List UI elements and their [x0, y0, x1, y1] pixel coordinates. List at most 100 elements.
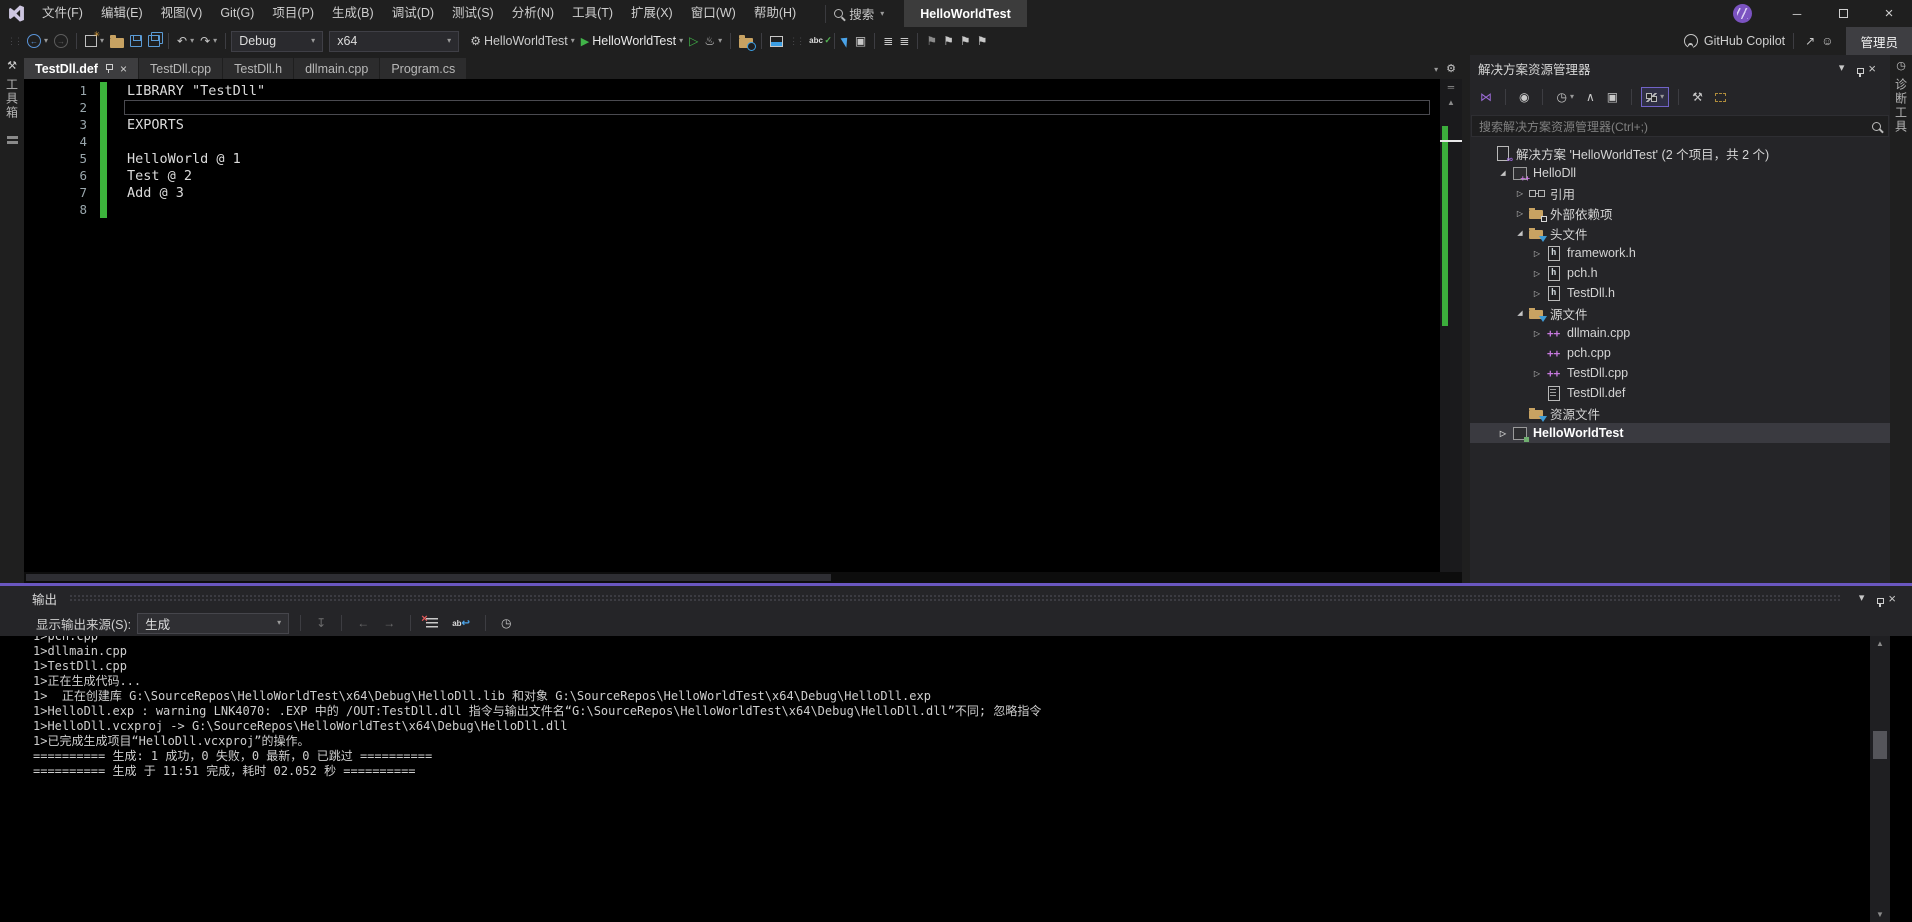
- github-copilot-button[interactable]: GitHub Copilot: [1684, 34, 1785, 48]
- pending-changes-filter-button[interactable]: ◷▾: [1552, 87, 1578, 107]
- close-icon[interactable]: ×: [120, 62, 127, 76]
- prev-bookmark-button[interactable]: ⚑: [940, 30, 957, 52]
- code-line[interactable]: 3EXPORTS: [24, 116, 1440, 133]
- scroll-up-icon[interactable]: ▲: [1447, 95, 1455, 110]
- new-project-button[interactable]: ▾: [82, 30, 107, 52]
- tree-item[interactable]: ▷TestDll.cpp: [1470, 363, 1890, 383]
- navigate-forward-button[interactable]: →: [51, 30, 71, 52]
- tree-expander-icon[interactable]: ▷: [1529, 289, 1545, 298]
- tree-item[interactable]: ▷引用: [1470, 183, 1890, 203]
- panel-drag-grip[interactable]: [69, 594, 1841, 602]
- tree-item[interactable]: pch.cpp: [1470, 343, 1890, 363]
- code-editor[interactable]: 1LIBRARY "TestDll"23EXPORTS45HelloWorld …: [24, 79, 1462, 583]
- save-button[interactable]: [127, 30, 145, 52]
- next-bookmark-button[interactable]: ⚑: [957, 30, 974, 52]
- sync-with-active-document-button[interactable]: ▾: [1641, 87, 1669, 107]
- solution-search-input[interactable]: 搜索解决方案资源管理器(Ctrl+;): [1471, 115, 1889, 137]
- scroll-down-icon[interactable]: ▼: [1876, 907, 1884, 922]
- toggle-bookmark-button[interactable]: ⚑: [923, 30, 940, 52]
- menubar-item[interactable]: 分析(N): [503, 0, 563, 27]
- code-line[interactable]: 7Add @ 3: [24, 184, 1440, 201]
- solution-platform-dropdown[interactable]: x64▾: [329, 31, 459, 52]
- scrollbar-thumb[interactable]: [26, 574, 831, 581]
- toolbar-grip[interactable]: ⋮⋮: [7, 36, 21, 47]
- switch-views-button[interactable]: ⋈: [1476, 87, 1496, 107]
- previous-message-button[interactable]: ←: [353, 613, 373, 633]
- show-all-files-button[interactable]: ▣: [1603, 87, 1622, 107]
- active-document-title[interactable]: HelloWorldTest: [904, 0, 1027, 27]
- tree-expander-icon[interactable]: ▷: [1512, 209, 1528, 218]
- toolbox-tab[interactable]: 工具箱: [4, 78, 21, 120]
- clear-bookmarks-button[interactable]: ⚑: [974, 30, 991, 52]
- tree-item[interactable]: ▷TestDll.h: [1470, 283, 1890, 303]
- scrollbar-track[interactable]: [1440, 110, 1462, 568]
- clear-all-button[interactable]: [422, 613, 442, 633]
- code-line[interactable]: 5HelloWorld @ 1: [24, 150, 1440, 167]
- word-wrap-button[interactable]: ab↩: [448, 613, 474, 633]
- tree-expander-icon[interactable]: ▷: [1529, 249, 1545, 258]
- properties-button[interactable]: ⚒: [1688, 87, 1707, 107]
- maximize-button[interactable]: [1820, 0, 1866, 27]
- tree-item[interactable]: ▷pch.h: [1470, 263, 1890, 283]
- navigate-back-button[interactable]: ←▾: [24, 30, 51, 52]
- menubar-item[interactable]: 编辑(E): [92, 0, 152, 27]
- code-line[interactable]: 6Test @ 2: [24, 167, 1440, 184]
- open-file-button[interactable]: [107, 30, 127, 52]
- solution-configuration-dropdown[interactable]: Debug▾: [231, 31, 323, 52]
- tree-item[interactable]: ◢源文件: [1470, 303, 1890, 323]
- code-line[interactable]: 2: [24, 99, 1440, 116]
- editor-tab[interactable]: dllmain.cpp: [294, 58, 379, 79]
- tree-expander-icon[interactable]: ▷: [1495, 429, 1511, 438]
- search-box[interactable]: 搜索 ▾: [825, 5, 892, 23]
- scrollbar-track[interactable]: [1870, 651, 1890, 907]
- panel-splitter[interactable]: [1462, 55, 1470, 583]
- tab-options-gear-icon[interactable]: ⚙: [1446, 64, 1456, 75]
- undo-button[interactable]: ↶▾: [174, 30, 197, 52]
- menubar-item[interactable]: Git(G): [211, 0, 263, 27]
- menubar-item[interactable]: 视图(V): [152, 0, 212, 27]
- start-debugging-button[interactable]: ▶HelloWorldTest▾: [578, 30, 686, 52]
- scrollbar-thumb[interactable]: [1873, 731, 1887, 759]
- window-position-button[interactable]: ▾: [1853, 593, 1871, 604]
- tree-item[interactable]: ▷外部依赖项: [1470, 203, 1890, 223]
- menubar-item[interactable]: 生成(B): [323, 0, 383, 27]
- menubar-item[interactable]: 测试(S): [443, 0, 503, 27]
- menubar-item[interactable]: 工具(T): [563, 0, 622, 27]
- output-source-dropdown[interactable]: 生成▾: [137, 613, 289, 634]
- tree-item[interactable]: 资源文件: [1470, 403, 1890, 423]
- server-explorer-icon[interactable]: [7, 136, 18, 146]
- tree-expander-icon[interactable]: ▷: [1529, 329, 1545, 338]
- next-message-button[interactable]: →: [379, 613, 399, 633]
- menubar-item[interactable]: 帮助(H): [745, 0, 805, 27]
- start-without-debugging-button[interactable]: ▷: [686, 30, 701, 52]
- tree-expander-icon[interactable]: ▷: [1529, 369, 1545, 378]
- tree-expander-icon[interactable]: ◢: [1512, 229, 1528, 237]
- spell-check-button[interactable]: abc✓: [806, 30, 829, 52]
- browse-files-button[interactable]: [736, 30, 756, 52]
- save-all-button[interactable]: [145, 30, 163, 52]
- close-panel-button[interactable]: ×: [1862, 61, 1882, 76]
- tree-expander-icon[interactable]: ◢: [1512, 309, 1528, 317]
- editor-tab[interactable]: TestDll.cpp: [139, 58, 222, 79]
- copy-parallel-button[interactable]: ▣: [852, 30, 869, 52]
- toolbox-icon[interactable]: ⚒: [7, 61, 17, 72]
- home-button[interactable]: ◉: [1515, 87, 1533, 107]
- tree-expander-icon[interactable]: ◢: [1495, 169, 1511, 177]
- close-panel-button[interactable]: ×: [1882, 591, 1902, 606]
- split-window-grip[interactable]: ═: [1448, 79, 1454, 95]
- indent-decrease-button[interactable]: ≣: [880, 30, 896, 52]
- timestamp-button[interactable]: ◷: [497, 613, 515, 633]
- menubar-item[interactable]: 文件(F): [33, 0, 92, 27]
- editor-tab[interactable]: Program.cs: [380, 58, 466, 79]
- window-position-button[interactable]: ▾: [1833, 63, 1851, 74]
- feedback-button[interactable]: ☺: [1818, 30, 1836, 52]
- minimize-button[interactable]: ─: [1774, 0, 1820, 27]
- redo-button[interactable]: ↷▾: [197, 30, 220, 52]
- code-area[interactable]: 1LIBRARY "TestDll"23EXPORTS45HelloWorld …: [24, 79, 1440, 583]
- tree-item[interactable]: 解决方案 'HelloWorldTest' (2 个项目，共 2 个): [1470, 143, 1890, 163]
- tree-item[interactable]: ▷dllmain.cpp: [1470, 323, 1890, 343]
- pin-icon[interactable]: [105, 64, 113, 74]
- hot-reload-button[interactable]: ♨▾: [701, 30, 725, 52]
- tree-expander-icon[interactable]: ▷: [1529, 269, 1545, 278]
- code-line[interactable]: 8: [24, 201, 1440, 218]
